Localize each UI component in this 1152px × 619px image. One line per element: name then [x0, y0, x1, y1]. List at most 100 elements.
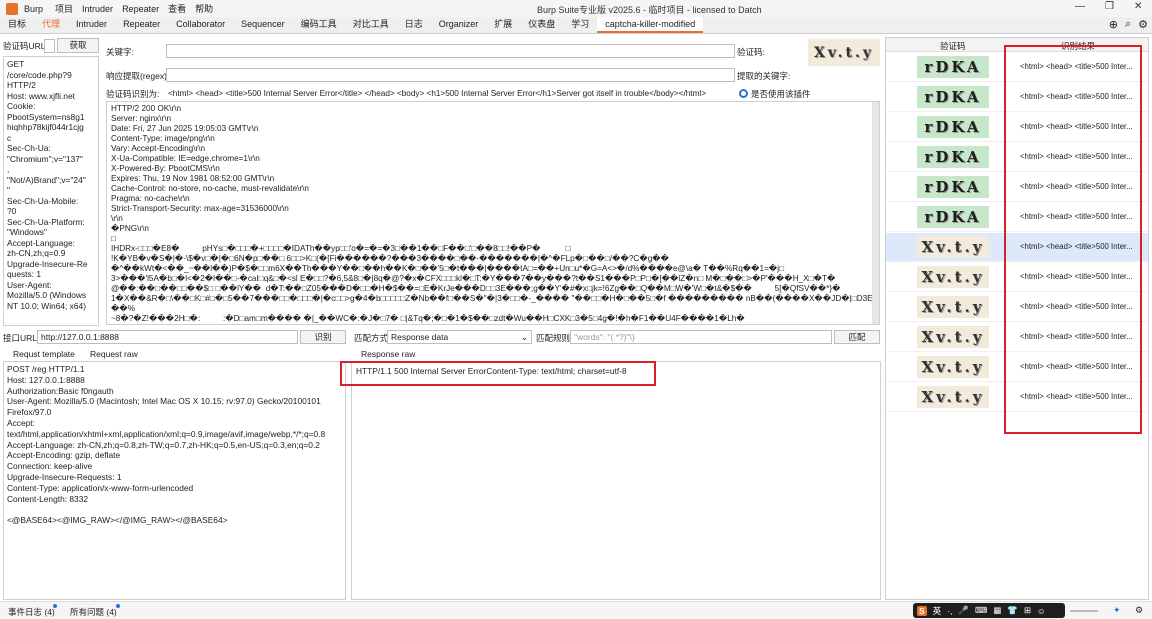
tab-item[interactable]: 仪表盘: [520, 17, 563, 33]
ime-toolbar[interactable]: S 英 ·, 🎤 ⌨ ▦ 👕 ⊞ ☺: [913, 603, 1065, 618]
keyword-input[interactable]: [166, 44, 735, 58]
use-plugin-radio[interactable]: [739, 89, 748, 98]
captcha-result-label: 验证码识别为:: [106, 89, 160, 99]
captcha-response-viewer[interactable]: HTTP/2 200 OK\r\n Server: nginx\r\n Date…: [106, 101, 880, 325]
event-log-link[interactable]: 事件日志 (4): [8, 606, 55, 618]
ime-language[interactable]: 英: [933, 605, 942, 617]
close-button[interactable]: ✕: [1134, 1, 1142, 12]
captcha-thumbnail-text: rDKA: [924, 58, 982, 76]
menu-bar: 项目 Intruder Repeater 查看 帮助: [55, 2, 222, 15]
match-rule-input[interactable]: "words": "(.*?)"\}: [570, 330, 832, 344]
captcha-thumbnail-text: Xv.t.y: [921, 328, 985, 346]
zoom-slider[interactable]: [1070, 610, 1098, 612]
captcha-thumbnail: Xv.t.y: [917, 296, 989, 318]
regex-input[interactable]: [166, 68, 735, 82]
request-template-editor[interactable]: POST /reg HTTP/1.1 Host: 127.0.0.1:8888 …: [3, 361, 346, 600]
main-tabs: 目标 代理 Intruder Repeater Collaborator Sequence…: [0, 17, 1152, 34]
captcha-thumbnail: rDKA: [917, 206, 989, 228]
tab-item[interactable]: 代理: [34, 17, 68, 33]
issues-dot: [116, 604, 120, 608]
punctuation-icon[interactable]: ·,: [947, 606, 952, 616]
captcha-thumbnail: Xv.t.y: [917, 326, 989, 348]
captcha-thumbnail: rDKA: [917, 86, 989, 108]
endpoint-input[interactable]: http://127.0.0.1:8888: [37, 330, 298, 344]
globe-icon[interactable]: ⊕: [1109, 18, 1118, 31]
captcha-request-text: GET /core/code.php?9 HTTP/2 Host: www.xj…: [7, 59, 88, 311]
request-template-text: POST /reg HTTP/1.1 Host: 127.0.0.1:8888 …: [7, 364, 326, 526]
tab-item[interactable]: Collaborator: [168, 17, 233, 33]
extracted-keyword-label: 提取的关键字:: [737, 71, 791, 81]
menu-item[interactable]: Repeater: [122, 4, 159, 14]
captcha-thumbnail: Xv.t.y: [917, 386, 989, 408]
chevron-down-icon: ⌄: [520, 332, 528, 342]
match-mode-label: 匹配方式:: [354, 333, 391, 343]
keyword-label: 关键字:: [106, 47, 134, 57]
match-rule-label: 匹配规则:: [536, 333, 573, 343]
event-log-dot: [53, 604, 57, 608]
menu-item[interactable]: Intruder: [82, 4, 113, 14]
captcha-thumbnail: Xv.t.y: [917, 266, 989, 288]
captcha-thumbnail: rDKA: [917, 116, 989, 138]
highlight-box: [340, 361, 656, 386]
match-mode-select[interactable]: Response data ⌄: [387, 330, 532, 344]
captcha-thumbnail: rDKA: [917, 176, 989, 198]
tab-request-raw[interactable]: Request raw: [90, 348, 138, 360]
menu-item[interactable]: 帮助: [195, 4, 213, 14]
captcha-preview-label: 验证码:: [737, 47, 765, 57]
tab-item[interactable]: Intruder: [68, 17, 115, 33]
tab-item[interactable]: captcha-killer-modified: [597, 17, 704, 33]
captcha-thumbnail: Xv.t.y: [917, 356, 989, 378]
results-highlight-box: [1004, 45, 1142, 434]
tab-item[interactable]: 目标: [0, 17, 34, 33]
match-mode-value: Response data: [391, 332, 449, 342]
captcha-preview-text: Xv.t.y: [814, 44, 874, 61]
tab-item[interactable]: 编码工具: [293, 17, 345, 33]
captcha-url-input[interactable]: [44, 39, 55, 53]
captcha-thumbnail-text: Xv.t.y: [921, 298, 985, 316]
search-icon[interactable]: ⌕: [1125, 18, 1131, 31]
captcha-response-text: HTTP/2 200 OK\r\n Server: nginx\r\n Date…: [111, 104, 873, 323]
menu-item[interactable]: 查看: [168, 4, 186, 14]
response-raw-viewer[interactable]: HTTP/1.1 500 Internal Server ErrorConten…: [351, 361, 881, 600]
tab-item[interactable]: 扩展: [486, 17, 520, 33]
captcha-thumbnail: Xv.t.y: [917, 236, 989, 258]
captcha-thumbnail-text: Xv.t.y: [921, 388, 985, 406]
captcha-thumbnail-text: Xv.t.y: [921, 358, 985, 376]
fetch-button[interactable]: 获取: [57, 38, 99, 53]
menu-item[interactable]: 项目: [55, 4, 73, 14]
grid-icon[interactable]: ▦: [993, 605, 1001, 616]
issues-link[interactable]: 所有问题 (4): [70, 606, 117, 618]
response-scrollbar[interactable]: [872, 102, 879, 324]
minimize-button[interactable]: —: [1075, 1, 1085, 12]
gear-icon[interactable]: ⚙: [1138, 18, 1148, 31]
shirt-icon[interactable]: 👕: [1007, 605, 1018, 616]
burp-logo-icon: [6, 2, 18, 15]
captcha-preview-image: Xv.t.y: [808, 39, 880, 66]
tab-item[interactable]: 学习: [563, 17, 597, 33]
tab-item[interactable]: Sequencer: [233, 17, 293, 33]
captcha-thumbnail-text: rDKA: [924, 88, 982, 106]
sogou-icon: S: [917, 605, 927, 616]
maximize-button[interactable]: ❐: [1105, 1, 1114, 12]
captcha-result-value: <html> <head> <title>500 Internal Server…: [168, 89, 706, 98]
captcha-url-label: 验证码URL:: [3, 41, 48, 51]
app-name: Burp: [24, 3, 44, 14]
captcha-thumbnail-text: rDKA: [924, 208, 982, 226]
captcha-request-editor[interactable]: GET /core/code.php?9 HTTP/2 Host: www.xj…: [3, 56, 99, 326]
keyboard-icon[interactable]: ⌨: [975, 605, 987, 616]
captcha-thumbnail-text: rDKA: [924, 178, 982, 196]
settings-small-icon[interactable]: ⚙: [1135, 605, 1143, 616]
apps-icon[interactable]: ⊞: [1024, 605, 1031, 616]
captcha-thumbnail-text: Xv.t.y: [921, 268, 985, 286]
emoji-icon[interactable]: ☺: [1037, 606, 1046, 616]
tab-item[interactable]: 对比工具: [345, 17, 397, 33]
status-bar: 事件日志 (4) 所有问题 (4) S 英 ·, 🎤 ⌨ ▦ 👕 ⊞ ☺ ✦ ⚙: [0, 601, 1152, 619]
sparkle-icon[interactable]: ✦: [1113, 605, 1121, 616]
tab-item[interactable]: Organizer: [431, 17, 487, 33]
match-button[interactable]: 匹配: [834, 330, 880, 344]
microphone-icon[interactable]: 🎤: [958, 605, 969, 616]
captcha-thumbnail-text: Xv.t.y: [921, 238, 985, 256]
recognize-button[interactable]: 识别: [300, 330, 346, 344]
tab-item[interactable]: Repeater: [115, 17, 168, 33]
tab-item[interactable]: 日志: [397, 17, 431, 33]
